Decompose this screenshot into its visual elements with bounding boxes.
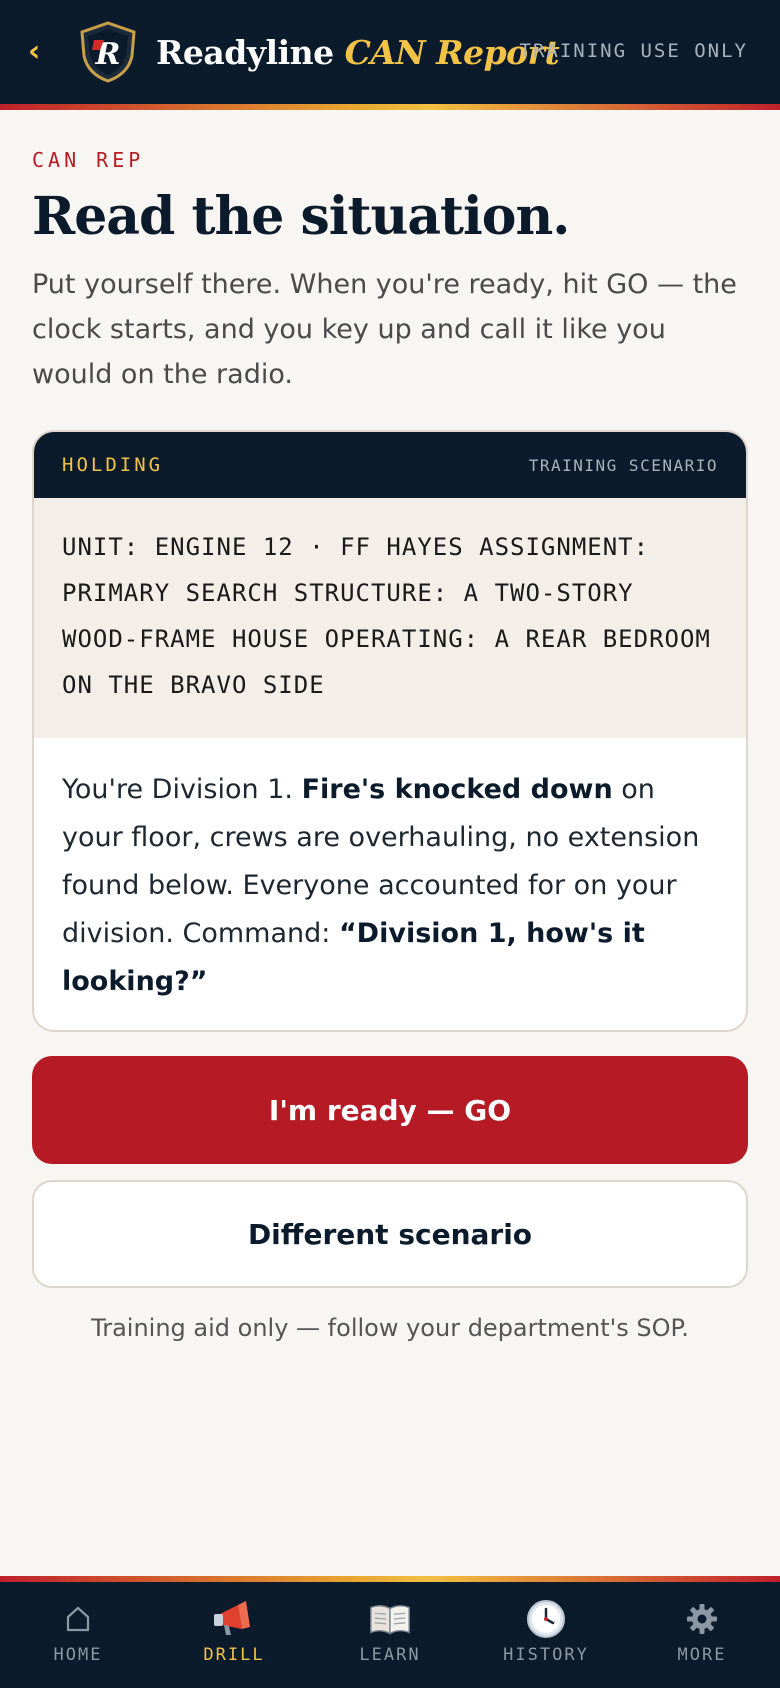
nav-item-more[interactable]: MORE xyxy=(624,1582,780,1688)
nav-label: MORE xyxy=(677,1645,727,1665)
section-eyebrow: CAN REP xyxy=(32,148,145,172)
nav-item-home[interactable]: HOME xyxy=(0,1582,156,1688)
nav-label: LEARN xyxy=(359,1645,421,1665)
nav-label: HISTORY xyxy=(503,1645,589,1665)
nav-item-history[interactable]: HISTORY xyxy=(468,1582,624,1688)
megaphone-icon xyxy=(212,1597,256,1641)
page-title: Read the situation. xyxy=(32,186,570,247)
header-stripe xyxy=(0,104,780,110)
scenario-meta: UNIT: ENGINE 12 · FF HAYES ASSIGNMENT: P… xyxy=(34,498,746,738)
brand-primary: Readyline xyxy=(156,33,334,72)
scenario-body-emphasis: Fire's knocked down xyxy=(301,774,613,805)
go-button[interactable]: I'm ready — GO xyxy=(32,1056,748,1164)
scenario-card: HOLDING TRAINING SCENARIO UNIT: ENGINE 1… xyxy=(32,430,748,1032)
bottom-nav: HOME DRILL LEARN HISTORY MORE xyxy=(0,1582,780,1688)
gear-icon xyxy=(680,1597,724,1641)
training-tag: TRAINING USE ONLY xyxy=(519,40,748,62)
scenario-body: You're Division 1. Fire's knocked down o… xyxy=(34,738,746,1006)
nav-label: DRILL xyxy=(203,1645,265,1665)
nav-item-drill[interactable]: DRILL xyxy=(156,1582,312,1688)
clock-icon xyxy=(524,1597,568,1641)
nav-label: HOME xyxy=(53,1645,103,1665)
scenario-card-header: HOLDING TRAINING SCENARIO xyxy=(34,432,746,498)
scenario-kind: TRAINING SCENARIO xyxy=(528,455,718,475)
nav-item-learn[interactable]: LEARN xyxy=(312,1582,468,1688)
shield-r-logo: R xyxy=(78,20,138,84)
status-badge: HOLDING xyxy=(62,454,164,476)
scenario-body-part: You're Division 1. xyxy=(62,774,302,805)
back-button[interactable]: ‹ xyxy=(28,32,52,72)
disclaimer: Training aid only — follow your departme… xyxy=(91,1314,689,1342)
app-title: Readyline CAN Report xyxy=(156,28,560,78)
home-icon xyxy=(56,1597,100,1641)
open-book-icon xyxy=(368,1597,412,1641)
intro-text: Put yourself there. When you're ready, h… xyxy=(32,269,737,390)
chevron-left-icon: ‹ xyxy=(28,34,41,69)
app-header: ‹ R Readyline CAN Report TRAINING USE ON… xyxy=(0,0,780,104)
different-scenario-button[interactable]: Different scenario xyxy=(32,1180,748,1288)
